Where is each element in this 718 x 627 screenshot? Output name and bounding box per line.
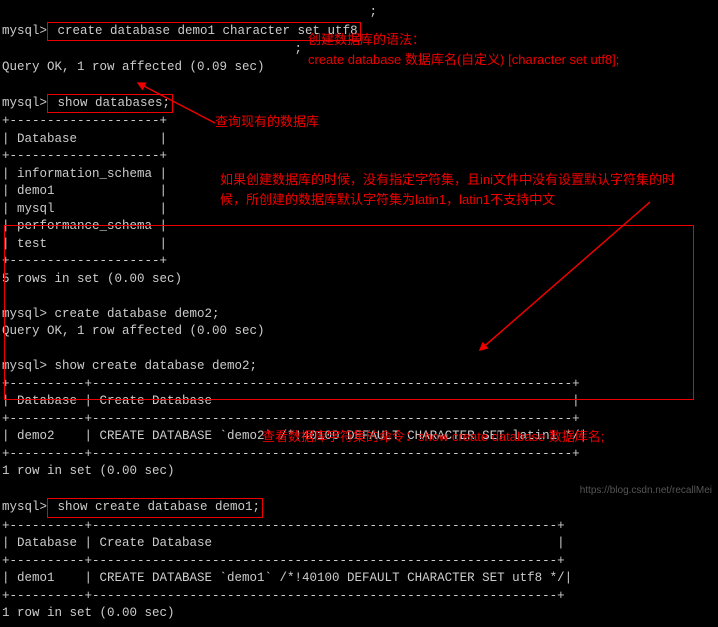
cmd-show-create-demo2[interactable]: mysql> show create database demo2; <box>2 358 716 376</box>
table-border: +----------+----------------------------… <box>2 446 716 464</box>
table-row: | performance_schema | <box>2 218 716 236</box>
annotation-text: 创建数据库的语法： <box>308 30 619 50</box>
cmd-show-databases: show databases; <box>47 94 173 114</box>
table-row: | demo1 | CREATE DATABASE `demo1` /*!401… <box>2 570 716 588</box>
annotation-charset-note: 如果创建数据库的时候，没有指定字符集，且ini文件中没有设置默认字符集的时候，所… <box>220 170 700 209</box>
table-border: +----------+----------------------------… <box>2 376 716 394</box>
table-header: | Database | Create Database | <box>2 393 716 411</box>
blank <box>2 76 716 94</box>
table-header: | Database | <box>2 131 716 149</box>
annotation-show-db: 查询现有的数据库 <box>215 112 319 132</box>
rows-count: 1 row in set (0.00 sec) <box>2 463 716 481</box>
prompt-line-2[interactable]: mysql> show databases; <box>2 94 716 114</box>
rows-count: 5 rows in set (0.00 sec) <box>2 271 716 289</box>
mysql-prompt: mysql> <box>2 24 47 38</box>
table-border: +----------+----------------------------… <box>2 553 716 571</box>
table-border: +--------------------+ <box>2 253 716 271</box>
annotation-create-syntax: 创建数据库的语法： create database 数据库名(自定义) [cha… <box>308 30 619 69</box>
table-border: +--------------------+ <box>2 148 716 166</box>
mysql-prompt: mysql> <box>2 500 47 514</box>
mysql-prompt: mysql> <box>2 96 47 110</box>
prompt-line-3[interactable]: mysql> show create database demo1; <box>2 498 716 518</box>
rows-count: 1 row in set (0.00 sec) <box>2 605 716 623</box>
table-header: | Database | Create Database | <box>2 535 716 553</box>
table-border: +----------+----------------------------… <box>2 411 716 429</box>
blank <box>2 341 716 359</box>
terminal-output: ; mysql> create database demo1 character… <box>0 0 718 627</box>
cmd-show-create-demo1: show create database demo1; <box>47 498 263 518</box>
annotation-show-create: 查看数据库字符集的命令：show create database 数据库名; <box>262 427 604 447</box>
watermark: https://blog.csdn.net/recallMei <box>580 484 712 498</box>
query-ok-2: Query OK, 1 row affected (0.00 sec) <box>2 323 716 341</box>
cmd-create-demo2[interactable]: mysql> create database demo2; <box>2 306 716 324</box>
partial-line: ; <box>2 4 716 22</box>
annotation-text: create database 数据库名(自定义) [character set… <box>308 50 619 70</box>
table-border: +----------+----------------------------… <box>2 588 716 606</box>
table-border: +--------------------+ <box>2 113 716 131</box>
table-row: | test | <box>2 236 716 254</box>
table-border: +----------+----------------------------… <box>2 518 716 536</box>
blank <box>2 288 716 306</box>
